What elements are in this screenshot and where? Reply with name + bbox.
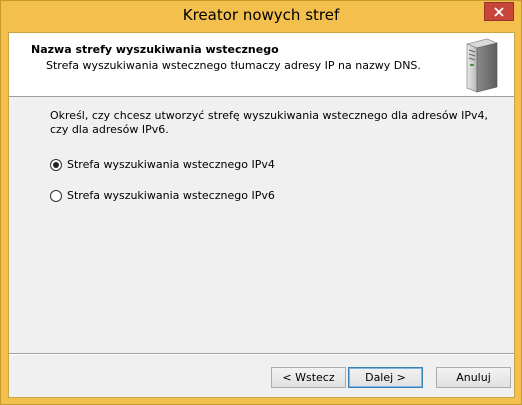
server-icon bbox=[466, 38, 498, 93]
cancel-button[interactable]: Anuluj bbox=[436, 367, 511, 388]
wizard-window: Kreator nowych stref Nazwa strefy wyszuk… bbox=[0, 0, 522, 405]
separator bbox=[9, 353, 514, 355]
back-button[interactable]: < Wstecz bbox=[271, 367, 346, 388]
window-title: Kreator nowych stref bbox=[182, 6, 340, 24]
wizard-client-area: Nazwa strefy wyszukiwania wstecznego Str… bbox=[8, 32, 515, 398]
page-title: Nazwa strefy wyszukiwania wstecznego bbox=[31, 43, 279, 56]
close-icon bbox=[494, 6, 504, 17]
page-subtitle: Strefa wyszukiwania wstecznego tłumaczy … bbox=[46, 59, 421, 72]
close-button[interactable] bbox=[484, 2, 514, 21]
option-ipv6-label: Strefa wyszukiwania wstecznego IPv6 bbox=[67, 189, 275, 202]
description-text: Określ, czy chcesz utworzyć strefę wyszu… bbox=[50, 109, 488, 136]
radio-ipv4[interactable] bbox=[50, 158, 62, 171]
wizard-header: Nazwa strefy wyszukiwania wstecznego Str… bbox=[9, 33, 514, 97]
next-button[interactable]: Dalej > bbox=[348, 367, 423, 388]
radio-ipv6[interactable] bbox=[50, 189, 62, 202]
option-ipv4[interactable]: Strefa wyszukiwania wstecznego IPv4 bbox=[50, 158, 275, 171]
option-ipv4-label: Strefa wyszukiwania wstecznego IPv4 bbox=[67, 158, 275, 171]
title-bar[interactable]: Kreator nowych stref bbox=[1, 1, 521, 32]
option-ipv6[interactable]: Strefa wyszukiwania wstecznego IPv6 bbox=[50, 189, 275, 202]
